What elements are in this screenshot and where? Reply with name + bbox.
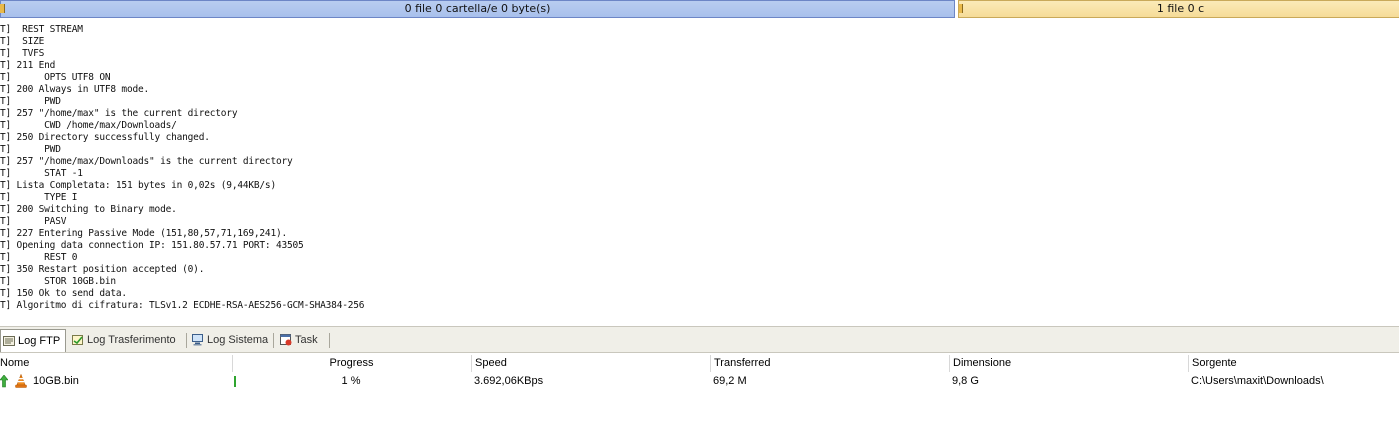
queue-progress: 1 %	[341, 375, 361, 387]
log-line: T] PWD	[0, 144, 61, 155]
log-line: T] 150 Ok to send data.	[0, 288, 127, 299]
column-header-size[interactable]: Dimensione	[949, 355, 1187, 372]
log-line: T] REST STREAM	[0, 24, 83, 35]
log-line: T] CWD /home/max/Downloads/	[0, 120, 177, 131]
task-icon	[280, 334, 292, 346]
queue-file-name: 10GB.bin	[33, 375, 79, 387]
upload-arrow-icon	[0, 375, 8, 388]
column-header-speed[interactable]: Speed	[471, 355, 709, 372]
tab-task[interactable]: Task	[278, 330, 326, 351]
log-ftp-icon	[3, 336, 15, 346]
log-line: T] Algoritmo di cifratura: TLSv1.2 ECDHE…	[0, 300, 365, 311]
log-line: T] STOR 10GB.bin	[0, 276, 116, 287]
column-header-source[interactable]: Sorgente	[1188, 355, 1399, 372]
status-corner-marker	[959, 4, 963, 13]
queue-transferred: 69,2 M	[713, 375, 747, 387]
log-line: T] SIZE	[0, 36, 45, 47]
remote-status-text: 1 file 0 c	[1156, 2, 1205, 15]
column-header-progress[interactable]: Progress	[232, 355, 470, 372]
tab-label: Log Trasferimento	[87, 334, 176, 346]
column-header-name[interactable]: Nome	[0, 355, 231, 372]
vlc-cone-icon	[15, 374, 27, 388]
log-line: T] 350 Restart position accepted (0).	[0, 264, 205, 275]
log-line: T] PWD	[0, 96, 61, 107]
log-line: T] TYPE I	[0, 192, 78, 203]
ftp-log-panel[interactable]: T] REST STREAM T] SIZE T] TVFS T] 211 En…	[0, 24, 1399, 324]
log-line: T] PASV	[0, 216, 67, 227]
log-line: T] OPTS UTF8 ON	[0, 72, 111, 83]
tab-log-ftp[interactable]: Log FTP	[0, 329, 66, 352]
remote-status-bar: 1 file 0 c	[958, 0, 1399, 18]
queue-header: Nome Progress Speed Transferred Dimensio…	[0, 355, 1399, 372]
log-line: T] Opening data connection IP: 151.80.57…	[0, 240, 304, 251]
log-line: T] 257 "/home/max/Downloads" is the curr…	[0, 156, 293, 167]
transfer-log-icon	[72, 335, 83, 345]
tab-separator	[273, 333, 274, 348]
log-line: T] 200 Switching to Binary mode.	[0, 204, 177, 215]
log-line: T] TVFS	[0, 48, 45, 59]
tab-label: Task	[295, 334, 318, 346]
queue-speed: 3.692,06KBps	[474, 375, 544, 387]
log-line: T] STAT -1	[0, 168, 83, 179]
queue-row[interactable]: 10GB.bin 1 % 3.692,06KBps 69,2 M 9,8 G C…	[0, 373, 1399, 390]
log-line: T] 257 "/home/max" is the current direct…	[0, 108, 238, 119]
system-log-icon	[192, 334, 203, 346]
log-line: T] 250 Directory successfully changed.	[0, 132, 210, 143]
queue-source: C:\Users\maxit\Downloads\	[1191, 375, 1324, 387]
log-tab-strip: Log FTP Log Trasferimento Log Sistema Ta…	[0, 326, 1399, 353]
log-line: T] 200 Always in UTF8 mode.	[0, 84, 150, 95]
tab-log-trasferimento[interactable]: Log Trasferimento	[70, 330, 182, 351]
column-header-transferred[interactable]: Transferred	[710, 355, 948, 372]
tab-log-sistema[interactable]: Log Sistema	[190, 330, 270, 351]
tab-label: Log FTP	[18, 335, 61, 347]
log-line: T] Lista Completata: 151 bytes in 0,02s …	[0, 180, 276, 191]
tab-separator	[186, 333, 187, 348]
log-line: T] 211 End	[0, 60, 56, 71]
log-line: T] REST 0	[0, 252, 78, 263]
status-corner-marker	[0, 4, 5, 13]
tab-separator	[329, 333, 330, 348]
local-status-bar: 0 file 0 cartella/e 0 byte(s)	[0, 0, 955, 18]
local-status-text: 0 file 0 cartella/e 0 byte(s)	[404, 2, 551, 15]
queue-size: 9,8 G	[952, 375, 979, 387]
log-line: T] 227 Entering Passive Mode (151,80,57,…	[0, 228, 288, 239]
tab-label: Log Sistema	[207, 334, 269, 346]
